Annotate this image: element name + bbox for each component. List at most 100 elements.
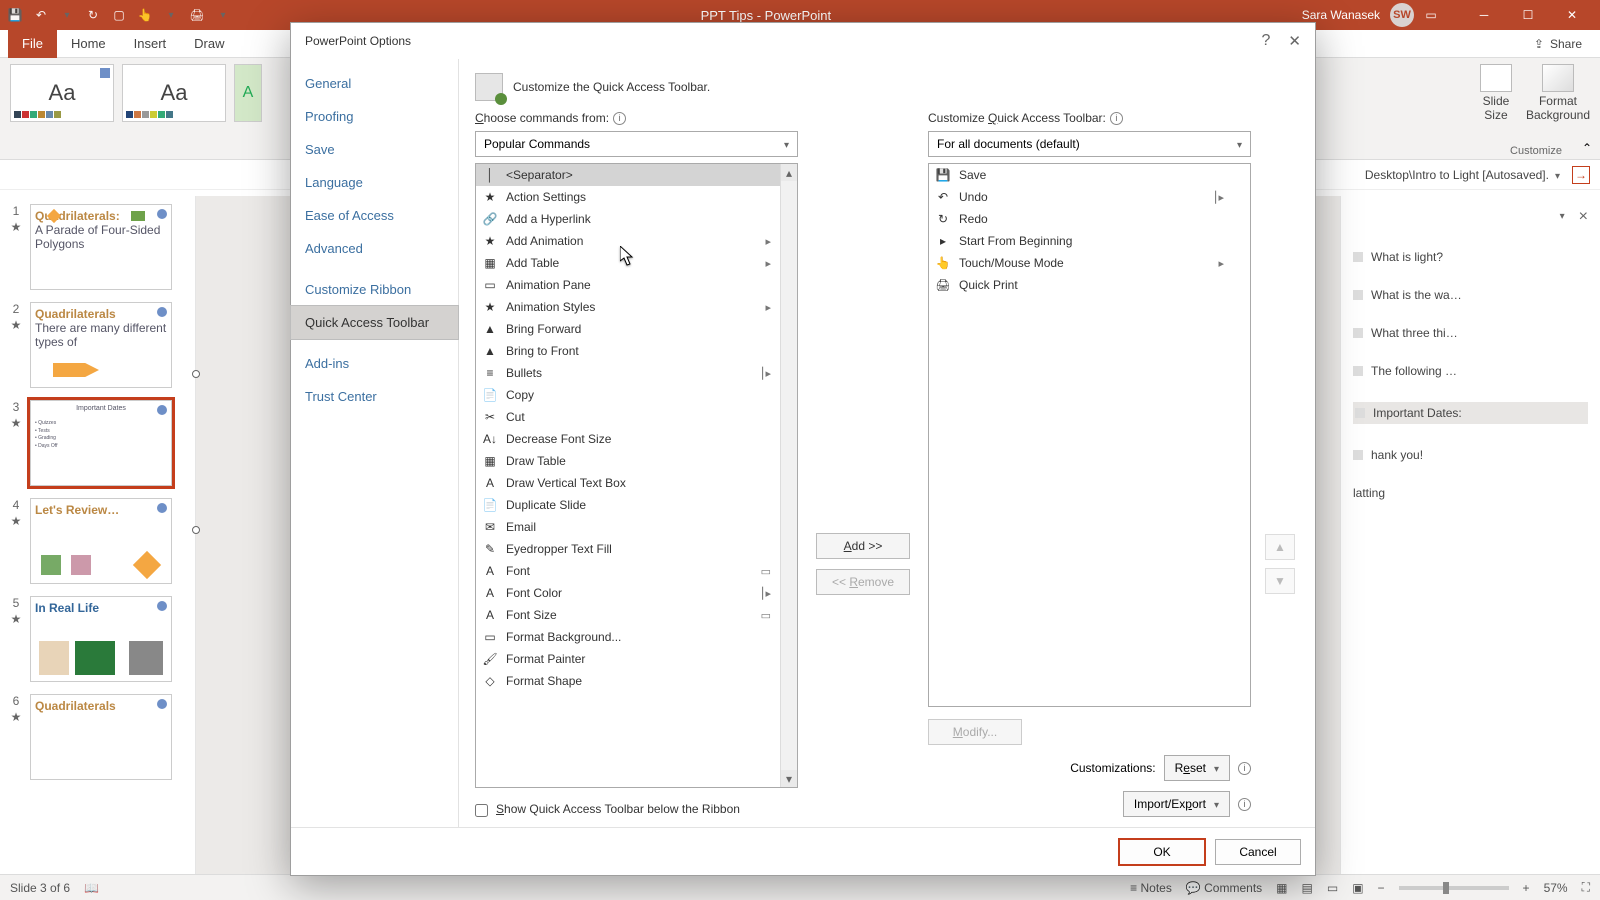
command-item[interactable]: ▲Bring Forward: [476, 318, 797, 340]
sidebar-item-save[interactable]: Save: [291, 133, 458, 166]
qat-item[interactable]: 💾Save: [929, 164, 1250, 186]
theme-card[interactable]: Aa: [122, 64, 226, 122]
redo-icon[interactable]: ↻: [86, 8, 100, 22]
theme-card[interactable]: Aa: [10, 64, 114, 122]
minimize-button[interactable]: ─: [1464, 0, 1504, 30]
sidebar-item-ease-of-access[interactable]: Ease of Access: [291, 199, 458, 232]
command-item[interactable]: ▦Add Table▸: [476, 252, 797, 274]
task-item[interactable]: latting: [1353, 486, 1588, 500]
tab-home[interactable]: Home: [57, 30, 120, 58]
command-item[interactable]: AFont▭: [476, 560, 797, 582]
comments-button[interactable]: 💬 Comments: [1186, 881, 1262, 895]
slide-size-button[interactable]: Slide Size: [1480, 64, 1512, 159]
show-below-ribbon-checkbox[interactable]: [475, 804, 488, 817]
command-item[interactable]: AFont Size▭: [476, 604, 797, 626]
command-item[interactable]: ★Animation Styles▸: [476, 296, 797, 318]
undo-dropdown-icon[interactable]: [60, 8, 74, 22]
info-icon[interactable]: i: [1238, 798, 1251, 811]
dialog-close-icon[interactable]: ✕: [1288, 32, 1301, 50]
info-icon[interactable]: i: [613, 112, 626, 125]
available-commands-list[interactable]: │<Separator>★Action Settings🔗Add a Hyper…: [475, 163, 798, 788]
taskpane-close-icon[interactable]: ×: [1579, 208, 1588, 226]
command-item[interactable]: 📄Copy: [476, 384, 797, 406]
task-item[interactable]: hank you!: [1353, 448, 1588, 462]
guide-handle[interactable]: [192, 370, 200, 378]
command-item[interactable]: ◇Format Shape: [476, 670, 797, 692]
command-item[interactable]: ✉Email: [476, 516, 797, 538]
command-item[interactable]: ✂Cut: [476, 406, 797, 428]
command-item[interactable]: 🖌Format Painter: [476, 648, 797, 670]
slide-thumb[interactable]: QuadrilateralsThere are many different t…: [30, 302, 172, 388]
fit-to-window-icon[interactable]: ⛶: [1582, 880, 1590, 895]
remove-button[interactable]: << Remove: [816, 569, 910, 595]
qat-item[interactable]: 🖨Quick Print: [929, 274, 1250, 296]
move-down-button[interactable]: ▼: [1265, 568, 1295, 594]
sidebar-item-add-ins[interactable]: Add-ins: [291, 347, 458, 380]
sidebar-item-general[interactable]: General: [291, 67, 458, 100]
notes-button[interactable]: ≡ Notes: [1130, 881, 1172, 895]
zoom-level[interactable]: 57%: [1544, 881, 1568, 895]
normal-view-icon[interactable]: ▦: [1276, 881, 1287, 895]
go-button[interactable]: →: [1572, 166, 1590, 184]
start-show-icon[interactable]: ▢: [112, 8, 126, 22]
command-item[interactable]: A↓Decrease Font Size: [476, 428, 797, 450]
info-icon[interactable]: i: [1238, 762, 1251, 775]
task-item[interactable]: What is the wa…: [1353, 288, 1588, 302]
file-path-dropdown-icon[interactable]: [1555, 168, 1560, 182]
zoom-in-icon[interactable]: +: [1523, 881, 1530, 895]
task-item[interactable]: What three thi…: [1353, 326, 1588, 340]
collapse-ribbon-icon[interactable]: ⌃: [1582, 141, 1592, 155]
command-item[interactable]: 📄Duplicate Slide: [476, 494, 797, 516]
scrollbar[interactable]: ▴ ▾: [780, 164, 797, 787]
quick-print-icon[interactable]: 🖨: [190, 8, 204, 22]
reset-button[interactable]: Reset: [1164, 755, 1230, 781]
ribbon-display-icon[interactable]: ▭: [1424, 8, 1438, 22]
sidebar-item-advanced[interactable]: Advanced: [291, 232, 458, 265]
touch-mode-icon[interactable]: 👆: [138, 8, 152, 22]
slide-thumb[interactable]: Let's Review…: [30, 498, 172, 584]
task-item[interactable]: What is light?: [1353, 250, 1588, 264]
command-item[interactable]: │<Separator>: [476, 164, 797, 186]
qat-item[interactable]: ▸Start From Beginning: [929, 230, 1250, 252]
ok-button[interactable]: OK: [1119, 839, 1205, 865]
command-item[interactable]: 🔗Add a Hyperlink: [476, 208, 797, 230]
spellcheck-icon[interactable]: 📖: [84, 881, 99, 895]
task-item[interactable]: Important Dates:: [1353, 402, 1588, 424]
user-avatar[interactable]: SW: [1390, 3, 1414, 27]
scroll-down-icon[interactable]: ▾: [781, 770, 798, 787]
slide-thumb[interactable]: In Real Life: [30, 596, 172, 682]
choose-commands-dropdown[interactable]: Popular Commands: [475, 131, 798, 157]
qat-item[interactable]: 👆Touch/Mouse Mode▸: [929, 252, 1250, 274]
command-item[interactable]: ▭Format Background...: [476, 626, 797, 648]
command-item[interactable]: AFont Color⎮▸: [476, 582, 797, 604]
close-button[interactable]: ✕: [1552, 0, 1592, 30]
theme-gallery[interactable]: Aa Aa A: [10, 64, 262, 159]
guide-handle[interactable]: [192, 526, 200, 534]
theme-card[interactable]: A: [234, 64, 262, 122]
command-item[interactable]: ★Action Settings: [476, 186, 797, 208]
slide-thumb[interactable]: Quadrilaterals:A Parade of Four-Sided Po…: [30, 204, 172, 290]
slideshow-view-icon[interactable]: ▣: [1352, 881, 1363, 895]
zoom-slider[interactable]: [1399, 886, 1509, 890]
sorter-view-icon[interactable]: ▤: [1302, 881, 1313, 895]
move-up-button[interactable]: ▲: [1265, 534, 1295, 560]
sidebar-item-language[interactable]: Language: [291, 166, 458, 199]
qat-item[interactable]: ↶Undo⎮▸: [929, 186, 1250, 208]
scroll-up-icon[interactable]: ▴: [781, 164, 798, 181]
cancel-button[interactable]: Cancel: [1215, 839, 1301, 865]
customize-qat-dropdown[interactable]: For all documents (default): [928, 131, 1251, 157]
command-item[interactable]: ▲Bring to Front: [476, 340, 797, 362]
modify-button[interactable]: Modify...: [928, 719, 1022, 745]
command-item[interactable]: ADraw Vertical Text Box: [476, 472, 797, 494]
current-qat-list[interactable]: 💾Save↶Undo⎮▸↻Redo▸Start From Beginning👆T…: [928, 163, 1251, 707]
touch-mode-dropdown-icon[interactable]: [164, 8, 178, 22]
undo-icon[interactable]: ↶: [34, 8, 48, 22]
sidebar-item-trust-center[interactable]: Trust Center: [291, 380, 458, 413]
info-icon[interactable]: i: [1110, 112, 1123, 125]
taskpane-options-icon[interactable]: [1560, 208, 1565, 226]
add-button[interactable]: Add >>: [816, 533, 910, 559]
tab-draw[interactable]: Draw: [180, 30, 238, 58]
slide-thumb[interactable]: Quadrilaterals: [30, 694, 172, 780]
tab-file[interactable]: File: [8, 30, 57, 58]
tab-insert[interactable]: Insert: [120, 30, 181, 58]
